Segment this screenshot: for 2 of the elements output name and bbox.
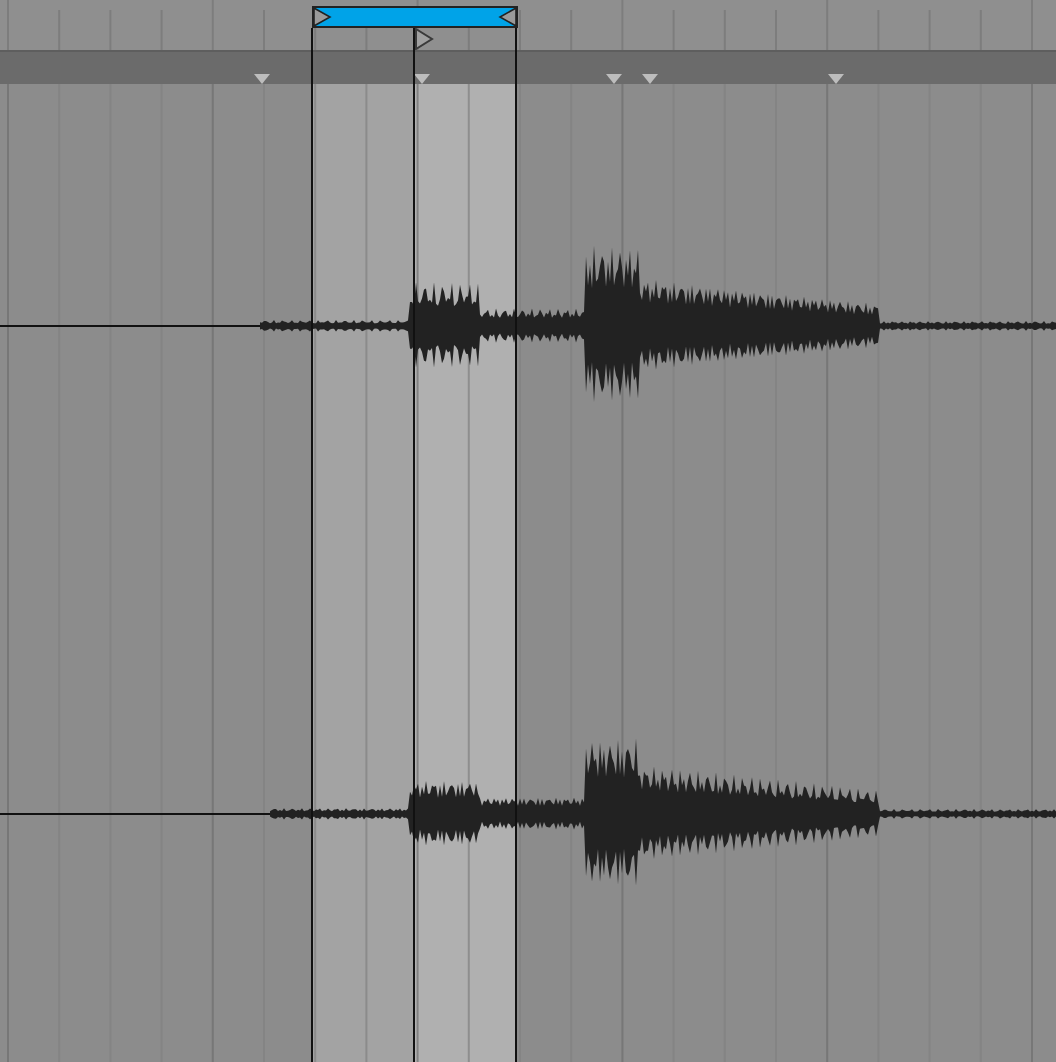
loop-brace[interactable] <box>312 6 518 28</box>
start-marker-icon[interactable] <box>414 28 434 50</box>
